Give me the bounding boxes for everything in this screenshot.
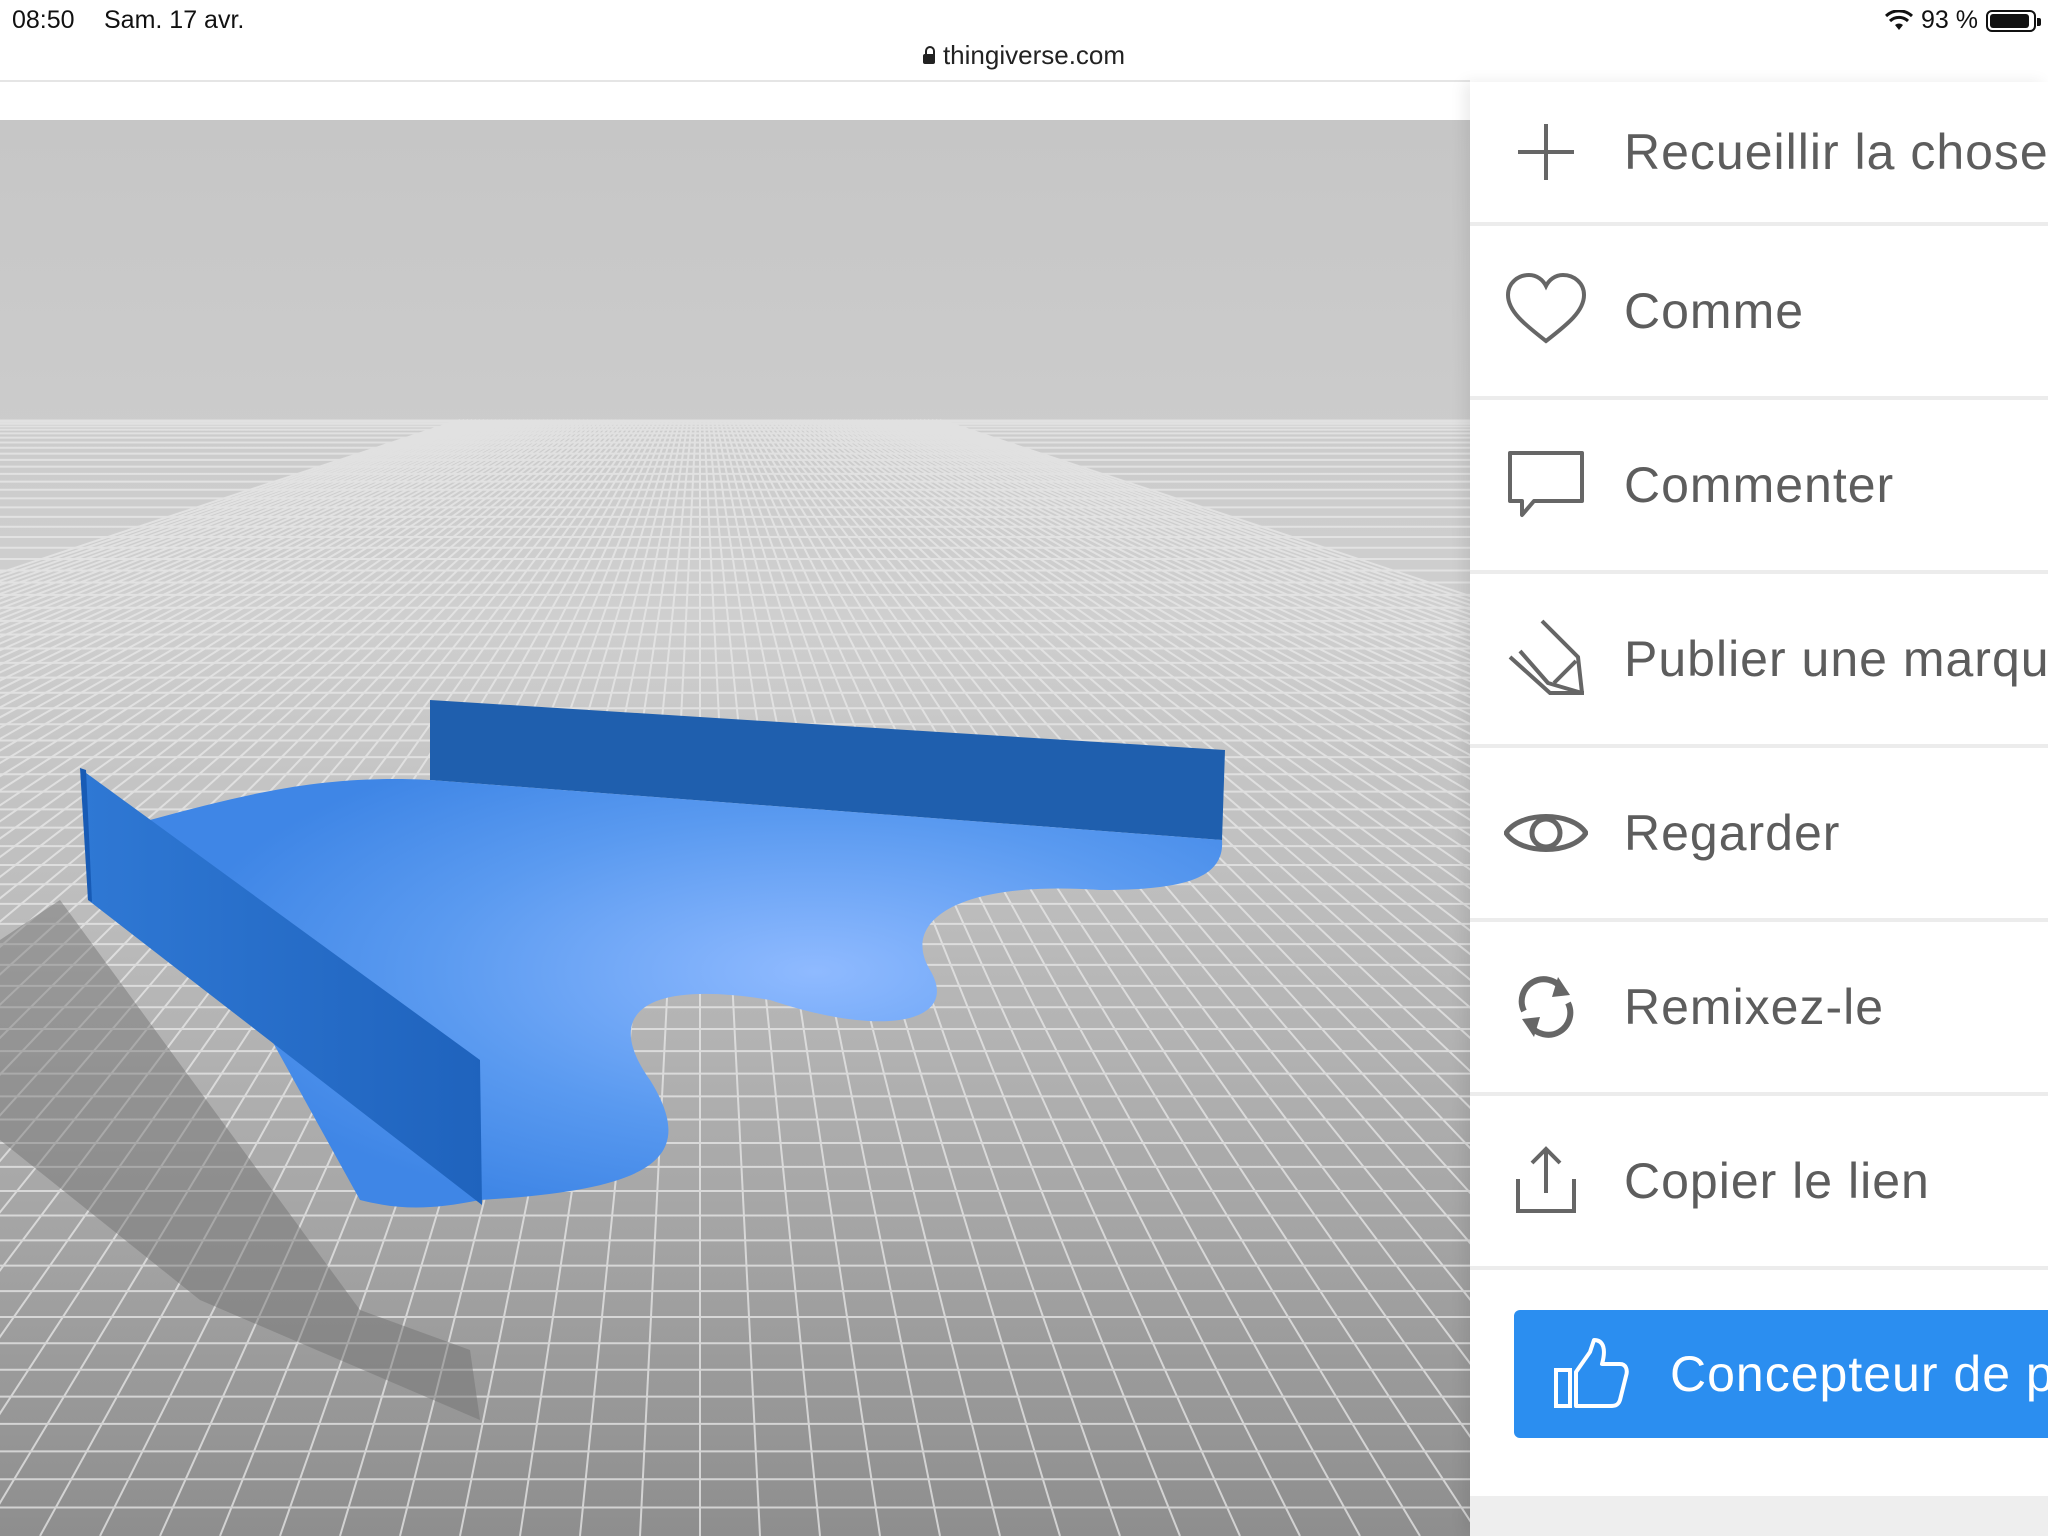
menu-footer — [1470, 1496, 2048, 1536]
plus-icon — [1518, 124, 1574, 180]
heart-icon — [1505, 272, 1587, 344]
model-viewer[interactable] — [0, 120, 1470, 1536]
menu-item-remix[interactable]: Remixez-le — [1470, 922, 2048, 1096]
status-time: 08:50 — [12, 6, 75, 34]
battery-icon — [1986, 9, 2041, 32]
menu-item-like[interactable]: Comme — [1470, 226, 2048, 400]
comment-icon — [1508, 451, 1584, 517]
pencil-icon — [1508, 619, 1584, 695]
status-date: Sam. 17 avr. — [104, 6, 245, 34]
menu-item-label: Comme — [1624, 283, 1805, 339]
menu-item-label: Remixez-le — [1624, 979, 1885, 1035]
share-icon — [1516, 1146, 1576, 1213]
tip-designer-button[interactable]: Concepteur de p — [1514, 1310, 2048, 1438]
menu-item-copy-link[interactable]: Copier le lien — [1470, 1096, 2048, 1270]
menu-item-label: Commenter — [1624, 457, 1895, 513]
menu-item-label: Publier une marque — [1624, 631, 2048, 687]
menu-item-label: Recueillir la chose — [1624, 124, 2048, 180]
battery-percent: 93 % — [1921, 6, 1978, 34]
url-text: thingiverse.com — [942, 40, 1126, 70]
menu-item-post-make[interactable]: Publier une marque — [1470, 574, 2048, 748]
menu-item-watch[interactable]: Regarder — [1470, 748, 2048, 922]
tip-designer-label: Concepteur de p — [1670, 1346, 2048, 1402]
thumbs-up-icon — [1554, 1338, 1629, 1408]
divider — [0, 80, 1470, 82]
address-bar[interactable]: thingiverse.com — [0, 34, 2048, 80]
action-menu: Recueillir la chose Comme Commenter Publ… — [1470, 82, 2048, 1536]
lock-icon — [922, 45, 935, 64]
wifi-icon — [1885, 9, 1914, 30]
menu-item-label: Copier le lien — [1624, 1153, 1930, 1209]
remix-icon — [1518, 976, 1574, 1038]
menu-item-label: Regarder — [1624, 805, 1841, 861]
eye-icon — [1504, 814, 1588, 852]
status-right: 93 % — [1885, 6, 2041, 35]
menu-item-comment[interactable]: Commenter — [1470, 400, 2048, 574]
menu-item-collect[interactable]: Recueillir la chose — [1470, 82, 2048, 226]
